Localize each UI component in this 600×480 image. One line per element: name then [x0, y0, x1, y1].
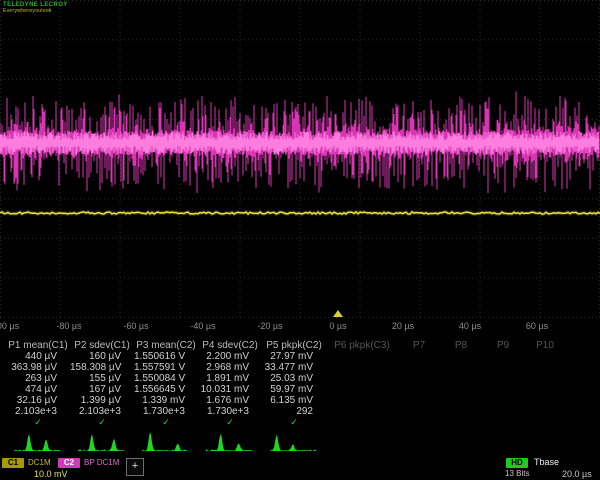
- hd-mode-badge: HD: [506, 458, 528, 468]
- measure-value: 2.103e+3: [70, 406, 134, 417]
- measure-value: 155 µV: [70, 373, 134, 384]
- measure-value: 167 µV: [70, 384, 134, 395]
- measure-value: 1.339 mV: [134, 395, 198, 406]
- param-header-p8[interactable]: P8: [440, 340, 482, 351]
- waveform-display[interactable]: TELEDYNE LECROY Everywhereyoulook: [0, 0, 600, 318]
- measure-value: 363.98 µV: [6, 362, 70, 373]
- time-tick-label: 0 µs: [316, 321, 360, 331]
- measurement-table: P1 mean(C1) P2 sdev(C1) P3 mean(C2) P4 s…: [0, 340, 600, 428]
- status-check-icon: ✓: [6, 417, 70, 428]
- measure-value: 292: [262, 406, 326, 417]
- trigger-time-marker-icon[interactable]: [333, 310, 343, 317]
- hd-bits-label: 13 Bits: [505, 469, 529, 478]
- param-header-p6[interactable]: P6 pkpk(C3): [326, 340, 398, 351]
- measure-value: 32.16 µV: [6, 395, 70, 406]
- measure-value: 1.730e+3: [198, 406, 262, 417]
- measure-value: 2.103e+3: [6, 406, 70, 417]
- histicon-p2[interactable]: [78, 430, 124, 452]
- measure-value: 1.399 µV: [70, 395, 134, 406]
- channel-c2-chip[interactable]: C2: [58, 458, 80, 468]
- measure-value: 2.968 mV: [198, 362, 262, 373]
- c1-volts-per-div: 10.0 mV: [34, 469, 68, 479]
- status-check-icon: ✓: [198, 417, 262, 428]
- measure-value: 160 µV: [70, 351, 134, 362]
- param-header-p1[interactable]: P1 mean(C1): [6, 340, 70, 351]
- timebase-label[interactable]: Tbase: [534, 457, 559, 467]
- histicon-row: [0, 430, 600, 452]
- measure-value: 6.135 mV: [262, 395, 326, 406]
- measure-value: 10.031 mV: [198, 384, 262, 395]
- time-tick-label: 40 µs: [448, 321, 492, 331]
- status-check-icon: ✓: [134, 417, 198, 428]
- brand-tagline: Everywhereyoulook: [3, 8, 68, 14]
- param-header-p10[interactable]: P10: [524, 340, 566, 351]
- add-trace-button[interactable]: +: [126, 458, 144, 476]
- time-tick-label: -100 µs: [0, 321, 26, 331]
- param-header-p3[interactable]: P3 mean(C2): [134, 340, 198, 351]
- measure-value: 474 µV: [6, 384, 70, 395]
- measure-value: 1.730e+3: [134, 406, 198, 417]
- measure-value: 158.308 µV: [70, 362, 134, 373]
- measure-value: 27.97 mV: [262, 351, 326, 362]
- time-tick-label: -20 µs: [248, 321, 292, 331]
- status-check-icon: ✓: [70, 417, 134, 428]
- measure-value: 1.557591 V: [134, 362, 198, 373]
- param-header-p5[interactable]: P5 pkpk(C2): [262, 340, 326, 351]
- time-axis: -100 µs -80 µs -60 µs -40 µs -20 µs 0 µs…: [0, 320, 600, 334]
- param-header-p2[interactable]: P2 sdev(C1): [70, 340, 134, 351]
- descriptor-bar: C1 DC1M C2 BP DC1M 10.0 mV + HD Tbase 13…: [0, 456, 600, 480]
- time-tick-label: 60 µs: [515, 321, 559, 331]
- time-tick-label: -40 µs: [181, 321, 225, 331]
- param-header-p7[interactable]: P7: [398, 340, 440, 351]
- measure-value: 1.891 mV: [198, 373, 262, 384]
- measure-value: 33.477 mV: [262, 362, 326, 373]
- timebase-scale: 20.0 µs: [562, 469, 592, 479]
- c1-coupling-label: DC1M: [28, 458, 51, 467]
- histicon-p1[interactable]: [14, 430, 60, 452]
- measure-value: 2.200 mV: [198, 351, 262, 362]
- oscilloscope-screen: TELEDYNE LECROY Everywhereyoulook -100 µ…: [0, 0, 600, 480]
- measure-value: 1.550084 V: [134, 373, 198, 384]
- c2-coupling-label: BP DC1M: [84, 458, 119, 467]
- measure-value: 1.550616 V: [134, 351, 198, 362]
- graticule-and-traces: [0, 0, 600, 318]
- histicon-p3[interactable]: [142, 430, 188, 452]
- time-tick-label: -80 µs: [47, 321, 91, 331]
- histicon-p5[interactable]: [270, 430, 316, 452]
- measure-value: 1.676 mV: [198, 395, 262, 406]
- status-check-icon: ✓: [262, 417, 326, 428]
- time-tick-label: 20 µs: [381, 321, 425, 331]
- time-tick-label: -60 µs: [114, 321, 158, 331]
- channel-c1-chip[interactable]: C1: [2, 458, 24, 468]
- measure-value: 440 µV: [6, 351, 70, 362]
- param-header-p9[interactable]: P9: [482, 340, 524, 351]
- param-header-p4[interactable]: P4 sdev(C2): [198, 340, 262, 351]
- measure-value: 263 µV: [6, 373, 70, 384]
- measure-value: 1.556645 V: [134, 384, 198, 395]
- measure-value: 25.03 mV: [262, 373, 326, 384]
- histicon-p4[interactable]: [206, 430, 252, 452]
- measure-value: 59.97 mV: [262, 384, 326, 395]
- brand-label: TELEDYNE LECROY Everywhereyoulook: [3, 2, 68, 14]
